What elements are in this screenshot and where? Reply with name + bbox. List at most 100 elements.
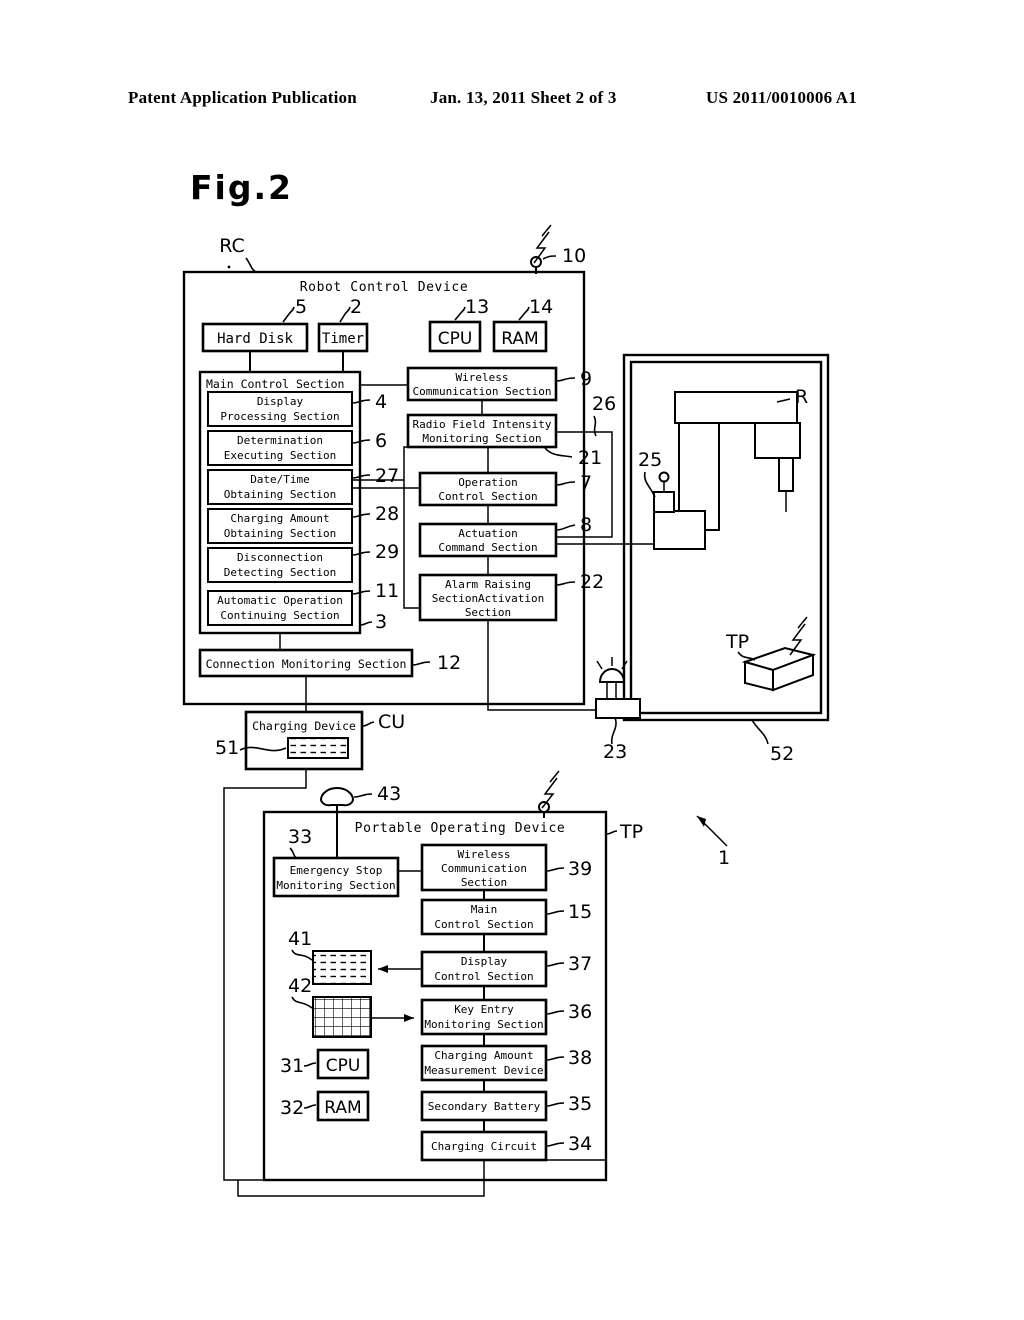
robot-arm	[674, 391, 801, 531]
rc-wireless-line1: Wireless	[456, 371, 509, 384]
charging-circuit-label: Charging Circuit	[431, 1140, 537, 1153]
alarm-line1: Alarm Raising	[445, 578, 531, 591]
ref-32: 32	[280, 1097, 304, 1119]
rc-wireless-line2: Communication Section	[412, 385, 551, 398]
patent-figure-2: Robot Control Device RC 10 Hard Disk 5 T…	[182, 224, 830, 1197]
ref-38: 38	[568, 1047, 592, 1069]
ref-3: 3	[375, 611, 387, 633]
connection-monitoring-label: Connection Monitoring Section	[206, 657, 407, 671]
charging-amount-obtaining-line1: Charging Amount	[230, 512, 329, 525]
ref-11: 11	[375, 580, 399, 602]
tp-main-line2: Control Section	[434, 918, 533, 931]
operation-control-line2: Control Section	[438, 490, 537, 503]
determination-line2: Executing Section	[224, 449, 337, 462]
teach-pendant-3d	[741, 646, 817, 692]
alarm-lamp	[595, 657, 641, 719]
ref-26: 26	[592, 393, 616, 415]
ref-13: 13	[465, 296, 489, 318]
ram-label: RAM	[501, 329, 538, 349]
ref-14: 14	[529, 296, 553, 318]
ref-41: 41	[288, 928, 312, 950]
tp-main-line1: Main	[471, 903, 498, 916]
portable-operating-device-title: Portable Operating Device	[355, 821, 566, 836]
ref-39: 39	[568, 858, 592, 880]
ref-29: 29	[375, 541, 399, 563]
datetime-line1: Date/Time	[250, 473, 310, 486]
ref-51: 51	[215, 737, 239, 759]
ref-9: 9	[580, 368, 592, 390]
ref-TP-cell: TP	[725, 631, 749, 653]
charging-measure-line1: Charging Amount	[434, 1049, 533, 1062]
ref-RC: RC	[219, 235, 245, 257]
robot-control-device-title: Robot Control Device	[300, 280, 469, 295]
tp-display-panel	[312, 950, 372, 985]
determination-line1: Determination	[237, 434, 323, 447]
emergency-stop-line1: Emergency Stop	[290, 864, 383, 877]
tp-wireless-line2: Communication	[441, 862, 527, 875]
ref-21: 21	[578, 447, 602, 469]
radio-field-line1: Radio Field Intensity	[412, 418, 551, 431]
ref-23: 23	[603, 741, 627, 763]
ref-5: 5	[295, 296, 307, 318]
radio-field-line2: Monitoring Section	[422, 432, 541, 445]
ref-R: R	[795, 386, 808, 408]
tp-wireless-line1: Wireless	[458, 848, 511, 861]
key-entry-line1: Key Entry	[454, 1003, 514, 1016]
tp-antenna-43	[319, 787, 355, 858]
ref-42: 42	[288, 975, 312, 997]
tp-wireless-line3: Section	[461, 876, 507, 889]
ref-7: 7	[580, 472, 592, 494]
actuation-line2: Command Section	[438, 541, 537, 554]
operation-control-line1: Operation	[458, 476, 518, 489]
tp-keypad	[312, 996, 372, 1038]
ref-15: 15	[568, 901, 592, 923]
disconnection-line1: Disconnection	[237, 551, 323, 564]
charging-measure-line2: Measurement Device	[424, 1064, 543, 1077]
ref-37: 37	[568, 953, 592, 975]
ref-TP: TP	[619, 821, 643, 843]
ref-2: 2	[350, 296, 362, 318]
ref-CU: CU	[378, 711, 405, 733]
ref-25: 25	[638, 449, 662, 471]
main-control-subsections: Display Processing Section Determination…	[207, 391, 353, 626]
assembly-pointer-arrow	[696, 815, 728, 847]
main-control-section-label: Main Control Section	[206, 377, 344, 391]
ref-43: 43	[377, 783, 401, 805]
actuation-line1: Actuation	[458, 527, 518, 540]
automatic-operation-line2: Continuing Section	[220, 609, 339, 622]
display-processing-line1: Display	[257, 395, 304, 408]
key-entry-line2: Monitoring Section	[424, 1018, 543, 1031]
charging-amount-obtaining-line2: Obtaining Section	[224, 527, 337, 540]
ref-1: 1	[718, 847, 730, 869]
ref-28: 28	[375, 503, 399, 525]
ref-34: 34	[568, 1133, 592, 1155]
timer-label: Timer	[322, 331, 364, 347]
ref-35: 35	[568, 1093, 592, 1115]
tp-ram-label: RAM	[324, 1098, 361, 1118]
ref-36: 36	[568, 1001, 592, 1023]
alarm-line2: SectionActivation	[432, 592, 545, 605]
display-processing-line2: Processing Section	[220, 410, 339, 423]
automatic-operation-line1: Automatic Operation	[217, 594, 343, 607]
emergency-stop-line2: Monitoring Section	[276, 879, 395, 892]
charging-contact-pad	[287, 737, 349, 759]
datetime-line2: Obtaining Section	[224, 488, 337, 501]
ref-27: 27	[375, 465, 399, 487]
ref-12: 12	[437, 652, 461, 674]
rc-antenna	[530, 224, 552, 274]
ref-52: 52	[770, 743, 794, 765]
display-control-line2: Control Section	[434, 970, 533, 983]
ref-31: 31	[280, 1055, 304, 1077]
ref-10: 10	[562, 245, 586, 267]
ref-6: 6	[375, 430, 387, 452]
charging-device-label: Charging Device	[252, 719, 356, 733]
ref-33: 33	[288, 826, 312, 848]
secondary-battery-label: Secondary Battery	[428, 1100, 541, 1113]
disconnection-line2: Detecting Section	[224, 566, 337, 579]
hard-disk-label: Hard Disk	[217, 331, 293, 347]
alarm-line3: Section	[465, 606, 511, 619]
tp-cpu-label: CPU	[326, 1056, 361, 1076]
cpu-label: CPU	[438, 329, 473, 349]
display-control-line1: Display	[461, 955, 508, 968]
ref-8: 8	[580, 514, 592, 536]
